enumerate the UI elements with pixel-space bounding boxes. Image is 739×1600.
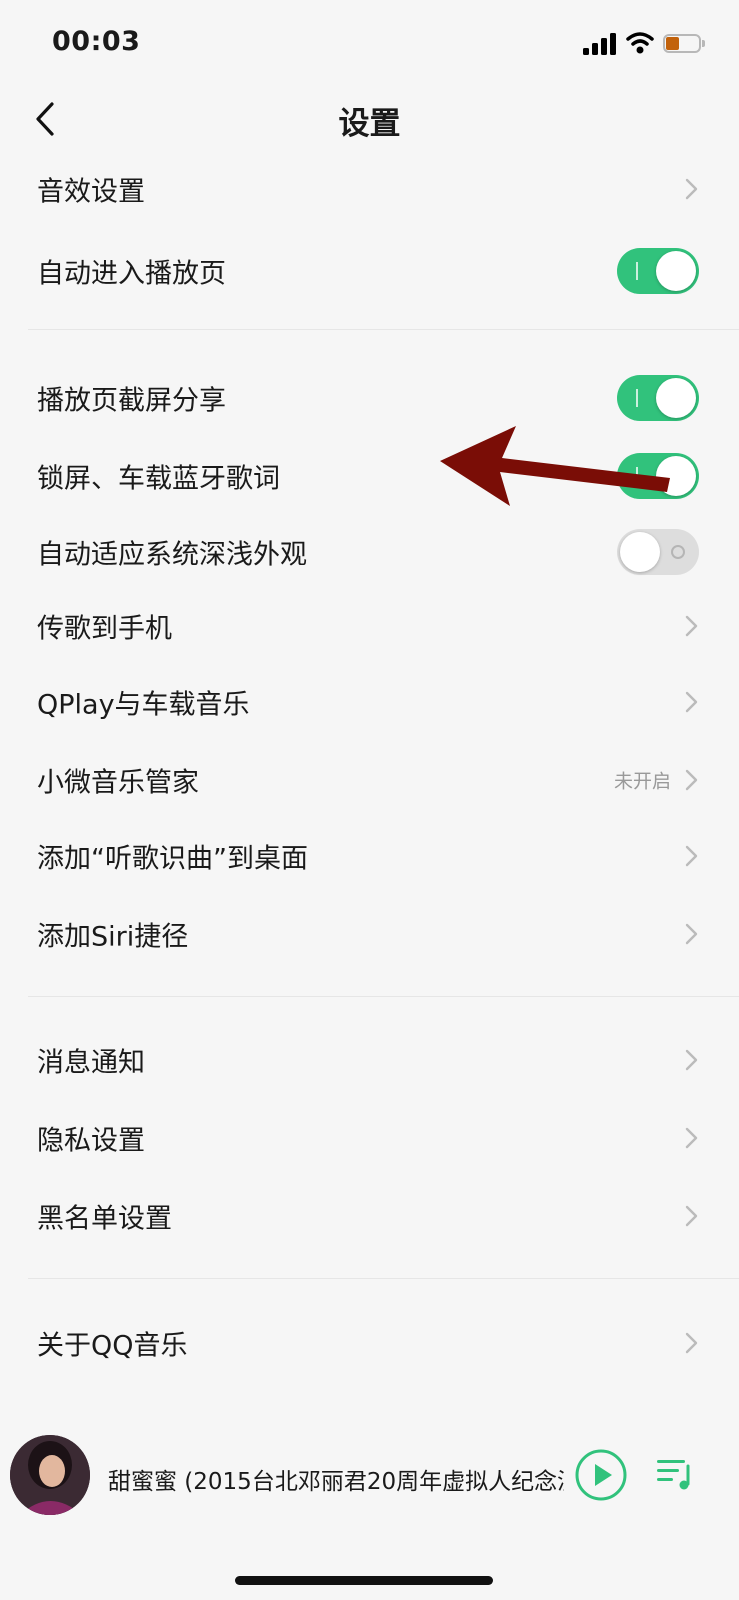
add-siri-label: 添加Siri捷径 xyxy=(37,921,189,953)
toggle-knob xyxy=(656,251,696,291)
about-label: 关于QQ音乐 xyxy=(37,1330,188,1362)
battery-icon xyxy=(663,34,707,55)
sound-effects-label: 音效设置 xyxy=(37,176,145,208)
auto-dark-mode-item: 自动适应系统深浅外观 xyxy=(0,513,739,591)
about-item[interactable]: 关于QQ音乐 xyxy=(0,1304,739,1382)
auto-player-item: 自动进入播放页 xyxy=(0,232,739,310)
xiaowei-label: 小微音乐管家 xyxy=(37,767,199,799)
song-title[interactable]: 甜蜜蜜 (2015台北邓丽君20周年虚拟人纪念演唱会) xyxy=(108,1462,564,1496)
privacy-label: 隐私设置 xyxy=(37,1125,145,1157)
toggle-knob xyxy=(620,532,660,572)
toggle-on-mark xyxy=(636,389,638,407)
add-siri-item[interactable]: 添加Siri捷径 xyxy=(0,895,739,973)
auto-player-label: 自动进入播放页 xyxy=(37,258,226,290)
auto-player-toggle[interactable] xyxy=(617,248,699,294)
add-recognize-label: 添加“听歌识曲”到桌面 xyxy=(37,843,308,875)
auto-dark-mode-label: 自动适应系统深浅外观 xyxy=(37,539,307,571)
album-art[interactable] xyxy=(10,1435,90,1515)
chevron-right-icon xyxy=(685,845,698,867)
chevron-right-icon xyxy=(685,923,698,945)
chevron-right-icon xyxy=(685,615,698,637)
qplay-item[interactable]: QPlay与车载音乐 xyxy=(0,663,739,741)
notifications-label: 消息通知 xyxy=(37,1047,145,1079)
chevron-right-icon xyxy=(685,178,698,200)
xiaowei-item[interactable]: 小微音乐管家 未开启 xyxy=(0,741,739,819)
transfer-songs-label: 传歌到手机 xyxy=(37,613,172,645)
signal-icon xyxy=(583,33,616,55)
section-divider xyxy=(28,1278,739,1279)
xiaowei-status: 未开启 xyxy=(613,770,671,793)
annotation-arrow-icon xyxy=(440,426,670,506)
toggle-off-mark xyxy=(671,545,685,559)
page-title: 设置 xyxy=(338,106,401,142)
chevron-right-icon xyxy=(685,691,698,713)
chevron-right-icon xyxy=(685,1205,698,1227)
status-time: 00:03 xyxy=(52,26,141,57)
privacy-item[interactable]: 隐私设置 xyxy=(0,1099,739,1177)
blacklist-item[interactable]: 黑名单设置 xyxy=(0,1177,739,1255)
blacklist-label: 黑名单设置 xyxy=(37,1203,172,1235)
home-indicator[interactable] xyxy=(235,1576,493,1585)
screenshot-share-label: 播放页截屏分享 xyxy=(37,385,226,417)
chevron-right-icon xyxy=(685,1332,698,1354)
section-divider xyxy=(28,996,739,997)
play-button[interactable] xyxy=(574,1448,628,1502)
sound-effects-item[interactable]: 音效设置 xyxy=(0,150,739,228)
add-recognize-item[interactable]: 添加“听歌识曲”到桌面 xyxy=(0,817,739,895)
lockscreen-lyrics-label: 锁屏、车载蓝牙歌词 xyxy=(37,463,280,495)
section-divider xyxy=(28,329,739,330)
toggle-knob xyxy=(656,378,696,418)
notifications-item[interactable]: 消息通知 xyxy=(0,1021,739,1099)
wifi-icon xyxy=(626,32,654,54)
nav-bar: 设置 xyxy=(0,90,739,150)
mini-player[interactable]: 甜蜜蜜 (2015台北邓丽君20周年虚拟人纪念演唱会) xyxy=(0,1432,739,1542)
status-bar: 00:03 xyxy=(0,0,739,90)
toggle-on-mark xyxy=(636,262,638,280)
screenshot-share-toggle[interactable] xyxy=(617,375,699,421)
chevron-right-icon xyxy=(685,769,698,791)
auto-dark-mode-toggle[interactable] xyxy=(617,529,699,575)
chevron-right-icon xyxy=(685,1049,698,1071)
transfer-songs-item[interactable]: 传歌到手机 xyxy=(0,587,739,665)
playlist-icon[interactable] xyxy=(655,1454,695,1494)
chevron-right-icon xyxy=(685,1127,698,1149)
qplay-label: QPlay与车载音乐 xyxy=(37,689,250,721)
